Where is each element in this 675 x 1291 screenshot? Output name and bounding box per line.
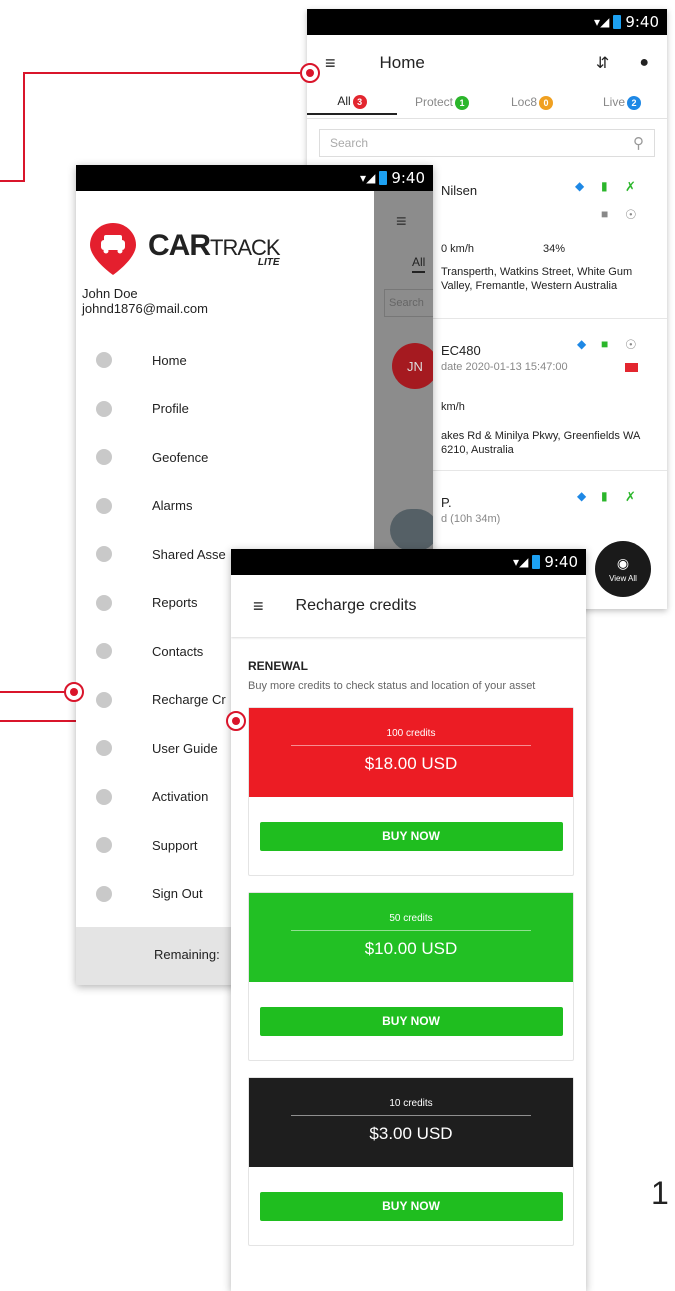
pointer-dot xyxy=(300,63,320,83)
menu-icon[interactable]: ≡ xyxy=(253,596,264,617)
car-pin-icon xyxy=(90,222,136,275)
satellite-icon: ✗ xyxy=(625,179,636,194)
avatar xyxy=(390,509,433,551)
buy-now-button[interactable]: BUY NOW xyxy=(259,1191,563,1221)
view-all-button[interactable]: ◉ View All xyxy=(595,541,651,597)
status-bar: ▾◢ 9:40 xyxy=(76,165,433,191)
tab-protect[interactable]: Protect 1 xyxy=(397,95,487,114)
status-time: 9:40 xyxy=(544,553,578,571)
pointer-dot xyxy=(226,711,246,731)
geofence-icon xyxy=(96,449,112,466)
filter-tabs: All 3 Protect 1 Loc8 0 Live 2 xyxy=(307,91,667,119)
satellite-icon: ✗ xyxy=(625,489,636,504)
menu-icon: ≡ xyxy=(396,211,407,231)
card-header: 100 credits $18.00 USD xyxy=(249,708,573,797)
target-icon: ☉ xyxy=(625,337,637,352)
target-icon: ☉ xyxy=(625,207,637,222)
recharge-header: ≡ Recharge credits xyxy=(231,575,586,637)
tab-loc8[interactable]: Loc8 0 xyxy=(487,95,577,114)
shield-icon: ◆ xyxy=(577,489,587,503)
search-input[interactable]: Search ⚲ xyxy=(319,129,655,157)
credits-amount: 50 credits xyxy=(291,913,531,931)
search-input: Search xyxy=(384,289,433,317)
battery-icon xyxy=(532,555,541,569)
signal-icon: ▮ xyxy=(601,489,608,503)
home-icon xyxy=(96,352,112,369)
sidebar-item-home[interactable]: Home xyxy=(76,336,374,385)
search-icon: ⚲ xyxy=(633,135,644,152)
sort-icon[interactable]: ⇵ xyxy=(596,53,609,73)
contacts-icon xyxy=(96,643,112,660)
buy-now-button[interactable]: BUY NOW xyxy=(259,1006,563,1036)
tab-all: All xyxy=(412,255,426,273)
plus-icon xyxy=(96,788,112,805)
buy-now-button[interactable]: BUY NOW xyxy=(259,821,563,851)
status-bar: ▾◢ 9:40 xyxy=(231,549,586,575)
document-icon xyxy=(96,740,112,757)
section-title: RENEWAL xyxy=(248,659,308,673)
section-description: Buy more credits to check status and loc… xyxy=(248,680,536,692)
wifi-signal-icon: ▾◢ xyxy=(513,555,529,569)
recharge-screen: ▾◢ 9:40 ≡ Recharge credits RENEWAL Buy m… xyxy=(231,549,586,1291)
credits-amount: 100 credits xyxy=(291,728,531,746)
status-time: 9:40 xyxy=(391,169,425,187)
sidebar-item-geofence[interactable]: Geofence xyxy=(76,433,374,482)
info-icon xyxy=(96,837,112,854)
card-header: 50 credits $10.00 USD xyxy=(249,893,573,982)
credit-card-icon xyxy=(96,691,112,708)
battery-icon xyxy=(613,15,622,29)
sidebar-item-profile[interactable]: Profile xyxy=(76,385,374,434)
page-title: Recharge credits xyxy=(295,597,417,614)
wifi-signal-icon: ▾◢ xyxy=(594,15,610,29)
tab-live[interactable]: Live 2 xyxy=(577,95,667,114)
page-number: 1 xyxy=(651,1175,669,1211)
eye-icon: ◉ xyxy=(616,555,630,571)
menu-icon[interactable]: ≡ xyxy=(325,53,336,74)
status-bar: ▾◢ 9:40 xyxy=(307,9,667,35)
card-icon xyxy=(625,363,638,372)
signal-icon: ▮ xyxy=(601,179,608,193)
tab-all[interactable]: All 3 xyxy=(307,94,397,115)
lock-icon: ■ xyxy=(601,207,609,221)
home-header: ≡ Home ⇵ ● xyxy=(307,35,667,91)
avatar: JN xyxy=(392,343,433,389)
pointer-dot xyxy=(64,682,84,702)
credit-card-10: 10 credits $3.00 USD BUY NOW xyxy=(248,1077,574,1246)
user-name: John Doe xyxy=(82,286,138,301)
credits-price: $3.00 USD xyxy=(369,1124,453,1143)
credits-price: $10.00 USD xyxy=(364,939,458,958)
credit-card-100: 100 credits $18.00 USD BUY NOW xyxy=(248,707,574,876)
credits-amount: 10 credits xyxy=(291,1098,531,1116)
shield-icon: ◆ xyxy=(575,179,585,193)
app-logo: CARTRACK LITE xyxy=(76,191,374,286)
bar-chart-icon xyxy=(96,594,112,611)
renewal-section: RENEWAL Buy more credits to check status… xyxy=(231,637,586,693)
logo-main: CAR xyxy=(148,229,211,262)
user-info: John Doe johnd1876@mail.com xyxy=(76,286,374,316)
credits-price: $18.00 USD xyxy=(364,754,458,773)
gear-icon xyxy=(96,400,112,417)
sidebar-item-alarms[interactable]: Alarms xyxy=(76,482,374,531)
user-email: johnd1876@mail.com xyxy=(82,301,208,316)
power-icon xyxy=(96,885,112,902)
card-header: 10 credits $3.00 USD xyxy=(249,1078,573,1167)
lock-icon: ■ xyxy=(601,337,609,351)
status-time: 9:40 xyxy=(625,13,659,31)
shield-icon: ◆ xyxy=(577,337,587,351)
alarm-icon xyxy=(96,497,112,514)
battery-icon xyxy=(379,171,388,185)
page-title: Home xyxy=(379,53,425,72)
bell-icon[interactable]: ● xyxy=(639,54,649,72)
share-icon xyxy=(96,546,112,563)
credit-card-50: 50 credits $10.00 USD BUY NOW xyxy=(248,892,574,1061)
wifi-signal-icon: ▾◢ xyxy=(360,171,376,185)
